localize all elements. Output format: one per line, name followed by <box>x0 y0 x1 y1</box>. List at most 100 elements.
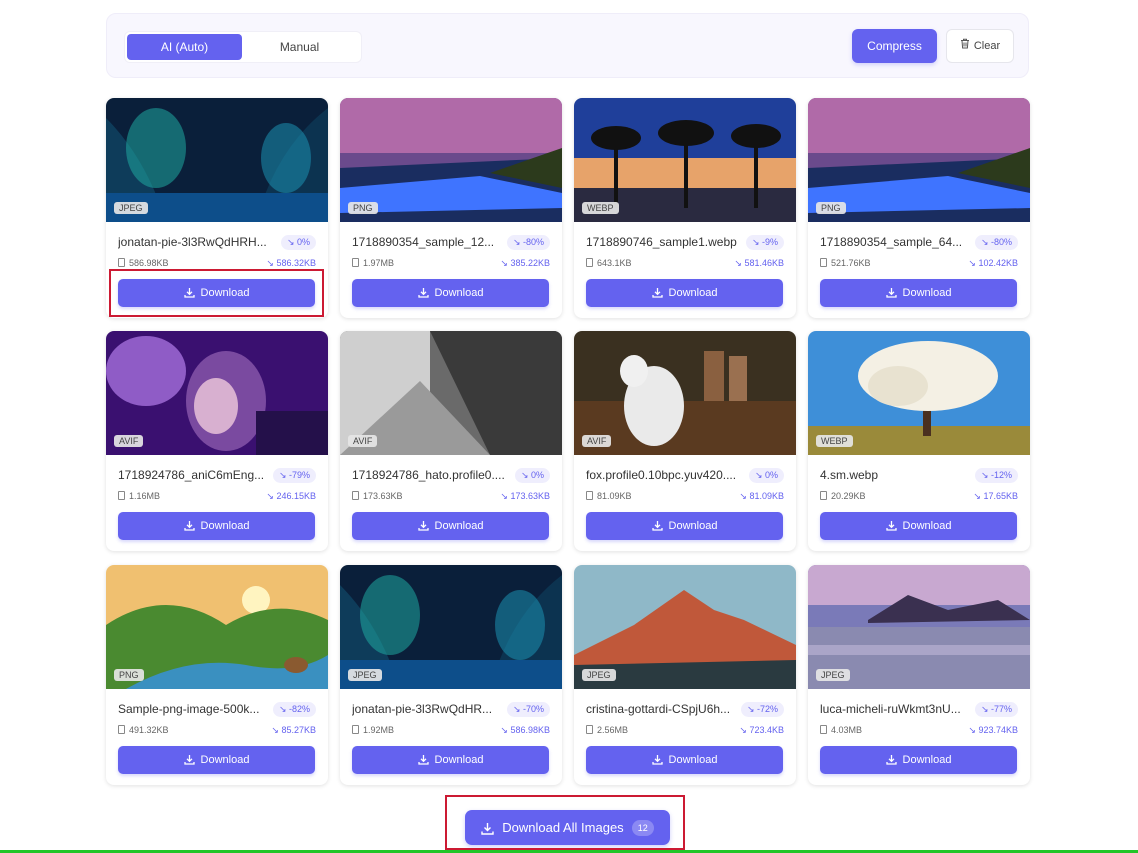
original-size-text: 173.63KB <box>363 491 403 501</box>
download-icon <box>651 288 663 298</box>
compressed-size: ↘ 923.74KB <box>968 725 1018 735</box>
mode-auto-button[interactable]: AI (Auto) <box>127 34 242 60</box>
download-button[interactable]: Download <box>820 512 1017 540</box>
format-badge: PNG <box>816 202 846 214</box>
format-badge: AVIF <box>348 435 378 447</box>
mode-toggle: AI (Auto) Manual <box>125 32 361 62</box>
download-button[interactable]: Download <box>586 279 783 307</box>
original-size: 2.56MB <box>586 725 628 735</box>
file-icon <box>118 258 125 267</box>
file-name: fox.profile0.10bpc.yuv420.... <box>586 468 737 482</box>
original-size-text: 521.76KB <box>831 258 871 268</box>
compressed-size: ↘ 173.63KB <box>500 491 550 501</box>
file-name: 1718890354_sample_12... <box>352 235 495 249</box>
image-card: PNG 1718890354_sample_12... ↘ -80% 1.97M… <box>340 98 562 318</box>
file-icon <box>352 725 359 734</box>
file-name: 1718890354_sample_64... <box>820 235 963 249</box>
original-size: 491.32KB <box>118 725 169 735</box>
download-button[interactable]: Download <box>352 746 549 774</box>
format-badge: AVIF <box>582 435 612 447</box>
saving-badge: ↘ -77% <box>974 702 1018 717</box>
original-size-text: 491.32KB <box>129 725 169 735</box>
original-size-text: 4.03MB <box>831 725 863 735</box>
original-size-text: 1.16MB <box>129 491 161 501</box>
format-badge: JPEG <box>816 669 850 681</box>
compressed-size: ↘ 246.15KB <box>266 491 316 501</box>
saving-badge: ↘ 0% <box>514 468 550 483</box>
file-icon <box>352 491 359 500</box>
original-size: 586.98KB <box>118 258 169 268</box>
original-size: 81.09KB <box>586 491 632 501</box>
compressed-size: ↘ 581.46KB <box>734 258 784 268</box>
download-button[interactable]: Download <box>352 279 549 307</box>
original-size-text: 586.98KB <box>129 258 169 268</box>
image-card: JPEG luca-micheli-ruWkmt3nU... ↘ -77% 4.… <box>808 565 1030 785</box>
original-size-text: 1.92MB <box>363 725 395 735</box>
clear-button[interactable]: Clear <box>946 29 1014 63</box>
download-label: Download <box>902 520 952 532</box>
image-card: AVIF 1718924786_aniC6mEng... ↘ -79% 1.16… <box>106 331 328 551</box>
compressed-size: ↘ 723.4KB <box>739 725 784 735</box>
original-size-text: 2.56MB <box>597 725 629 735</box>
original-size: 1.92MB <box>352 725 394 735</box>
download-icon <box>183 755 195 765</box>
download-icon <box>651 521 663 531</box>
download-label: Download <box>668 287 718 299</box>
download-button[interactable]: Download <box>118 512 315 540</box>
download-icon <box>417 755 429 765</box>
compressed-size: ↘ 17.65KB <box>973 491 1018 501</box>
original-size-text: 1.97MB <box>363 258 395 268</box>
image-card: PNG Sample-png-image-500k... ↘ -82% 491.… <box>106 565 328 785</box>
download-button[interactable]: Download <box>118 746 315 774</box>
format-badge: JPEG <box>582 669 616 681</box>
original-size: 521.76KB <box>820 258 871 268</box>
download-button[interactable]: Download <box>820 746 1017 774</box>
file-name: jonatan-pie-3l3RwQdHR... <box>352 702 493 716</box>
image-card: JPEG jonatan-pie-3l3RwQdHRH... ↘ 0% 586.… <box>106 98 328 318</box>
download-all-label: Download All Images <box>502 820 624 835</box>
download-button[interactable]: Download <box>586 746 783 774</box>
download-button[interactable]: Download <box>820 279 1017 307</box>
original-size-text: 643.1KB <box>597 258 632 268</box>
file-icon <box>118 491 125 500</box>
download-button[interactable]: Download <box>118 279 315 307</box>
image-card: WEBP 1718890746_sample1.webp ↘ -9% 643.1… <box>574 98 796 318</box>
saving-badge: ↘ -70% <box>506 702 550 717</box>
download-label: Download <box>902 287 952 299</box>
file-name: 4.sm.webp <box>820 468 879 482</box>
image-card: AVIF fox.profile0.10bpc.yuv420.... ↘ 0% … <box>574 331 796 551</box>
file-icon <box>820 258 827 267</box>
download-button[interactable]: Download <box>352 512 549 540</box>
file-icon <box>352 258 359 267</box>
format-badge: PNG <box>348 202 378 214</box>
file-icon <box>586 258 593 267</box>
download-icon <box>885 288 897 298</box>
compressed-size: ↘ 586.98KB <box>500 725 550 735</box>
original-size: 173.63KB <box>352 491 403 501</box>
download-label: Download <box>434 287 484 299</box>
file-name: 1718890746_sample1.webp <box>586 235 737 249</box>
file-name: 1718924786_hato.profile0.... <box>352 468 505 482</box>
format-badge: PNG <box>114 669 144 681</box>
download-label: Download <box>434 520 484 532</box>
download-icon <box>183 521 195 531</box>
format-badge: JPEG <box>348 669 382 681</box>
mode-manual-button[interactable]: Manual <box>242 34 357 60</box>
download-label: Download <box>200 520 250 532</box>
file-icon <box>820 725 827 734</box>
saving-badge: ↘ -79% <box>272 468 316 483</box>
saving-badge: ↘ -80% <box>506 235 550 250</box>
original-size: 20.29KB <box>820 491 866 501</box>
compress-button[interactable]: Compress <box>852 29 937 63</box>
saving-badge: ↘ -72% <box>740 702 784 717</box>
saving-badge: ↘ -9% <box>745 235 784 250</box>
download-all-button[interactable]: Download All Images 12 <box>465 810 670 845</box>
download-button[interactable]: Download <box>586 512 783 540</box>
file-name: jonatan-pie-3l3RwQdHRH... <box>118 235 267 249</box>
saving-badge: ↘ -82% <box>272 702 316 717</box>
image-card: JPEG cristina-gottardi-CSpjU6h... ↘ -72%… <box>574 565 796 785</box>
original-size: 1.16MB <box>118 491 160 501</box>
download-icon <box>417 521 429 531</box>
toolbar: AI (Auto) Manual Compress Clear <box>106 13 1029 78</box>
format-badge: AVIF <box>114 435 144 447</box>
